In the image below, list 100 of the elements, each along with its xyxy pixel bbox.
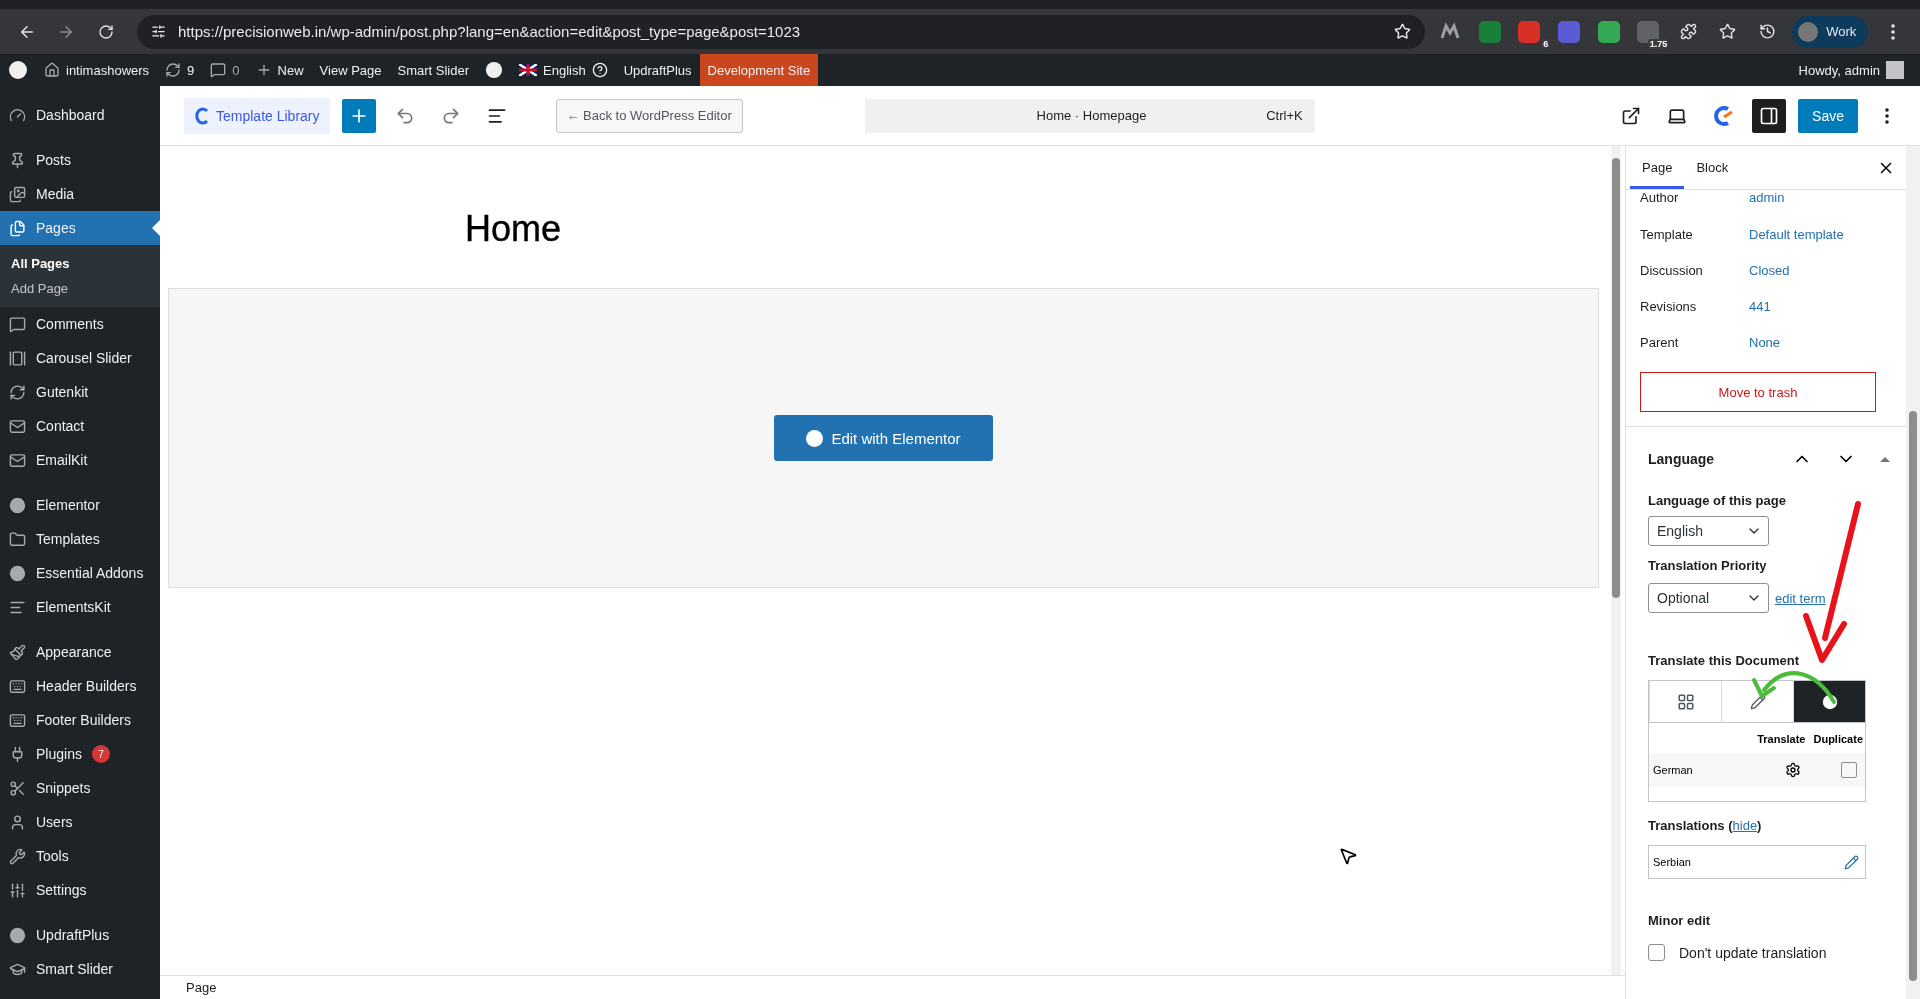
- sidebar-item[interactable]: Smart Slider: [0, 952, 160, 986]
- keyboard-icon: [9, 677, 26, 695]
- wrench-icon: [9, 847, 26, 865]
- extension-icon[interactable]: [1597, 20, 1620, 43]
- comments-link[interactable]: 0: [202, 54, 248, 86]
- new-link[interactable]: New: [247, 54, 312, 86]
- bookmark-star-icon[interactable]: [1394, 23, 1412, 40]
- sidebar-item[interactable]: Comments: [0, 307, 160, 341]
- command-bar[interactable]: Home · Homepage Ctrl+K: [864, 98, 1315, 133]
- admin-bar-link[interactable]: View Page: [311, 54, 390, 86]
- admin-bar-link[interactable]: UpdraftPlus: [615, 54, 700, 86]
- panel-tab[interactable]: Block: [1684, 146, 1741, 189]
- settings-icon[interactable]: [1785, 762, 1801, 778]
- extension-icon[interactable]: [1518, 20, 1541, 43]
- greeting-link[interactable]: Howdy, admin: [1790, 54, 1912, 86]
- undo-icon: [394, 105, 415, 126]
- sidebar-item[interactable]: Header Builders: [0, 669, 160, 703]
- pin-icon: [9, 151, 26, 169]
- paintbrush-icon: [9, 643, 26, 661]
- sidebar-item[interactable]: Posts: [0, 143, 160, 177]
- hide-link[interactable]: hide: [1732, 818, 1758, 833]
- field-value-link[interactable]: admin: [1749, 190, 1785, 205]
- field-label: Revisions: [1640, 298, 1698, 314]
- sidebar-item[interactable]: Footer Builders: [0, 703, 160, 737]
- translation-name: Serbian: [1653, 856, 1691, 868]
- environment-badge[interactable]: Development Site: [699, 54, 819, 86]
- submenu-item[interactable]: Add Page: [0, 276, 160, 301]
- edit-with-elementor-button[interactable]: Edit with Elementor: [774, 415, 993, 461]
- circle-icon: [9, 926, 26, 944]
- language-link[interactable]: English: [511, 54, 616, 86]
- panel-tab[interactable]: Page: [1630, 146, 1685, 189]
- site-link[interactable]: intimashowers: [36, 54, 158, 86]
- sidebar-item[interactable]: Gutenkit: [0, 375, 160, 409]
- sidebar-item[interactable]: Essential Addons: [0, 556, 160, 590]
- field-label: Language of this page: [1648, 493, 1787, 508]
- flag-icon: [519, 64, 538, 76]
- avatar-icon: [1798, 21, 1819, 42]
- sidebar-item[interactable]: UpdraftPlus: [0, 918, 160, 952]
- collapse-icon[interactable]: [1880, 456, 1890, 462]
- language-name: German: [1653, 764, 1694, 776]
- sidebar-item[interactable]: Plugins 7: [0, 737, 160, 771]
- sidebar-item[interactable]: Carousel Slider: [0, 341, 160, 375]
- extension-icon[interactable]: [1478, 20, 1501, 43]
- checkbox-label: Don't update translation: [1679, 944, 1827, 961]
- submenu-item[interactable]: All Pages: [0, 251, 160, 276]
- circle-icon[interactable]: [485, 61, 504, 79]
- reload-icon: [98, 23, 115, 40]
- settings-panel-toggle[interactable]: [1752, 98, 1787, 133]
- field-label: Minor edit: [1648, 913, 1712, 928]
- sidebar-item[interactable]: Users: [0, 805, 160, 839]
- star-icon: [1719, 23, 1737, 40]
- sidebar-item[interactable]: Settings: [0, 873, 160, 907]
- edit-terms-link[interactable]: edit term: [1775, 590, 1826, 606]
- save-button[interactable]: Save: [1798, 98, 1858, 133]
- site-info-icon[interactable]: [150, 24, 166, 39]
- field-value-link[interactable]: None: [1749, 334, 1781, 350]
- priority-select[interactable]: Optional: [1648, 583, 1769, 613]
- sidebar-item[interactable]: ElementsKit: [0, 590, 160, 624]
- profile-button[interactable]: Work: [1792, 15, 1869, 48]
- sidebar-item[interactable]: Pages: [0, 211, 160, 245]
- updates-link[interactable]: 9: [157, 54, 203, 86]
- checkbox[interactable]: [1648, 944, 1665, 961]
- back-to-editor-button[interactable]: ← Back to WordPress Editor: [555, 98, 743, 133]
- pages-icon: [9, 219, 26, 237]
- address-bar[interactable]: https://precisionweb.in/wp-admin/post.php?lang=en&action=edit&post_type=page&post=1023: [136, 14, 1426, 49]
- duplicate-checkbox[interactable]: [1841, 762, 1857, 778]
- breadcrumb[interactable]: Page: [186, 980, 217, 995]
- field-value-link[interactable]: Closed: [1749, 262, 1790, 278]
- add-block-button[interactable]: [341, 98, 376, 133]
- sidebar-item[interactable]: Tools: [0, 839, 160, 873]
- refresh-icon: [165, 62, 182, 78]
- extension-badge: 1.75: [1647, 38, 1670, 49]
- sidebar-item[interactable]: Media: [0, 177, 160, 211]
- sidebar-item[interactable]: Dashboard: [0, 98, 160, 132]
- sidebar-item[interactable]: Contact: [0, 409, 160, 443]
- field-label: Translate this Document: [1648, 653, 1800, 668]
- sidebar-item[interactable]: EmailKit: [0, 443, 160, 477]
- menu-icon: [1891, 23, 1896, 40]
- language-select[interactable]: English: [1648, 516, 1769, 546]
- refresh-icon: [9, 383, 26, 401]
- slides-icon: [9, 349, 26, 367]
- field-value-link[interactable]: Default template: [1749, 226, 1844, 242]
- help-icon[interactable]: [591, 62, 608, 78]
- circle-icon: [1821, 693, 1838, 710]
- sidebar-item[interactable]: Appearance: [0, 635, 160, 669]
- template-library-button[interactable]: Template Library: [184, 97, 330, 134]
- admin-bar-link[interactable]: Smart Slider: [389, 54, 478, 86]
- field-value-link[interactable]: 441: [1749, 298, 1771, 314]
- circle-icon: [9, 496, 26, 514]
- more-icon: [1885, 107, 1889, 124]
- field-label: Parent: [1640, 334, 1680, 350]
- envelope-icon: [9, 417, 26, 435]
- sidebar-item[interactable]: Templates: [0, 522, 160, 556]
- move-to-trash-button[interactable]: Move to trash: [1640, 372, 1876, 412]
- extension-badge: 6: [1541, 38, 1551, 49]
- sidebar-item[interactable]: Elementor: [0, 488, 160, 522]
- speech-bubble-icon: [210, 62, 227, 78]
- edit-icon[interactable]: [1844, 854, 1859, 870]
- mode-tab[interactable]: [1793, 681, 1865, 722]
- sidebar-item[interactable]: Snippets: [0, 771, 160, 805]
